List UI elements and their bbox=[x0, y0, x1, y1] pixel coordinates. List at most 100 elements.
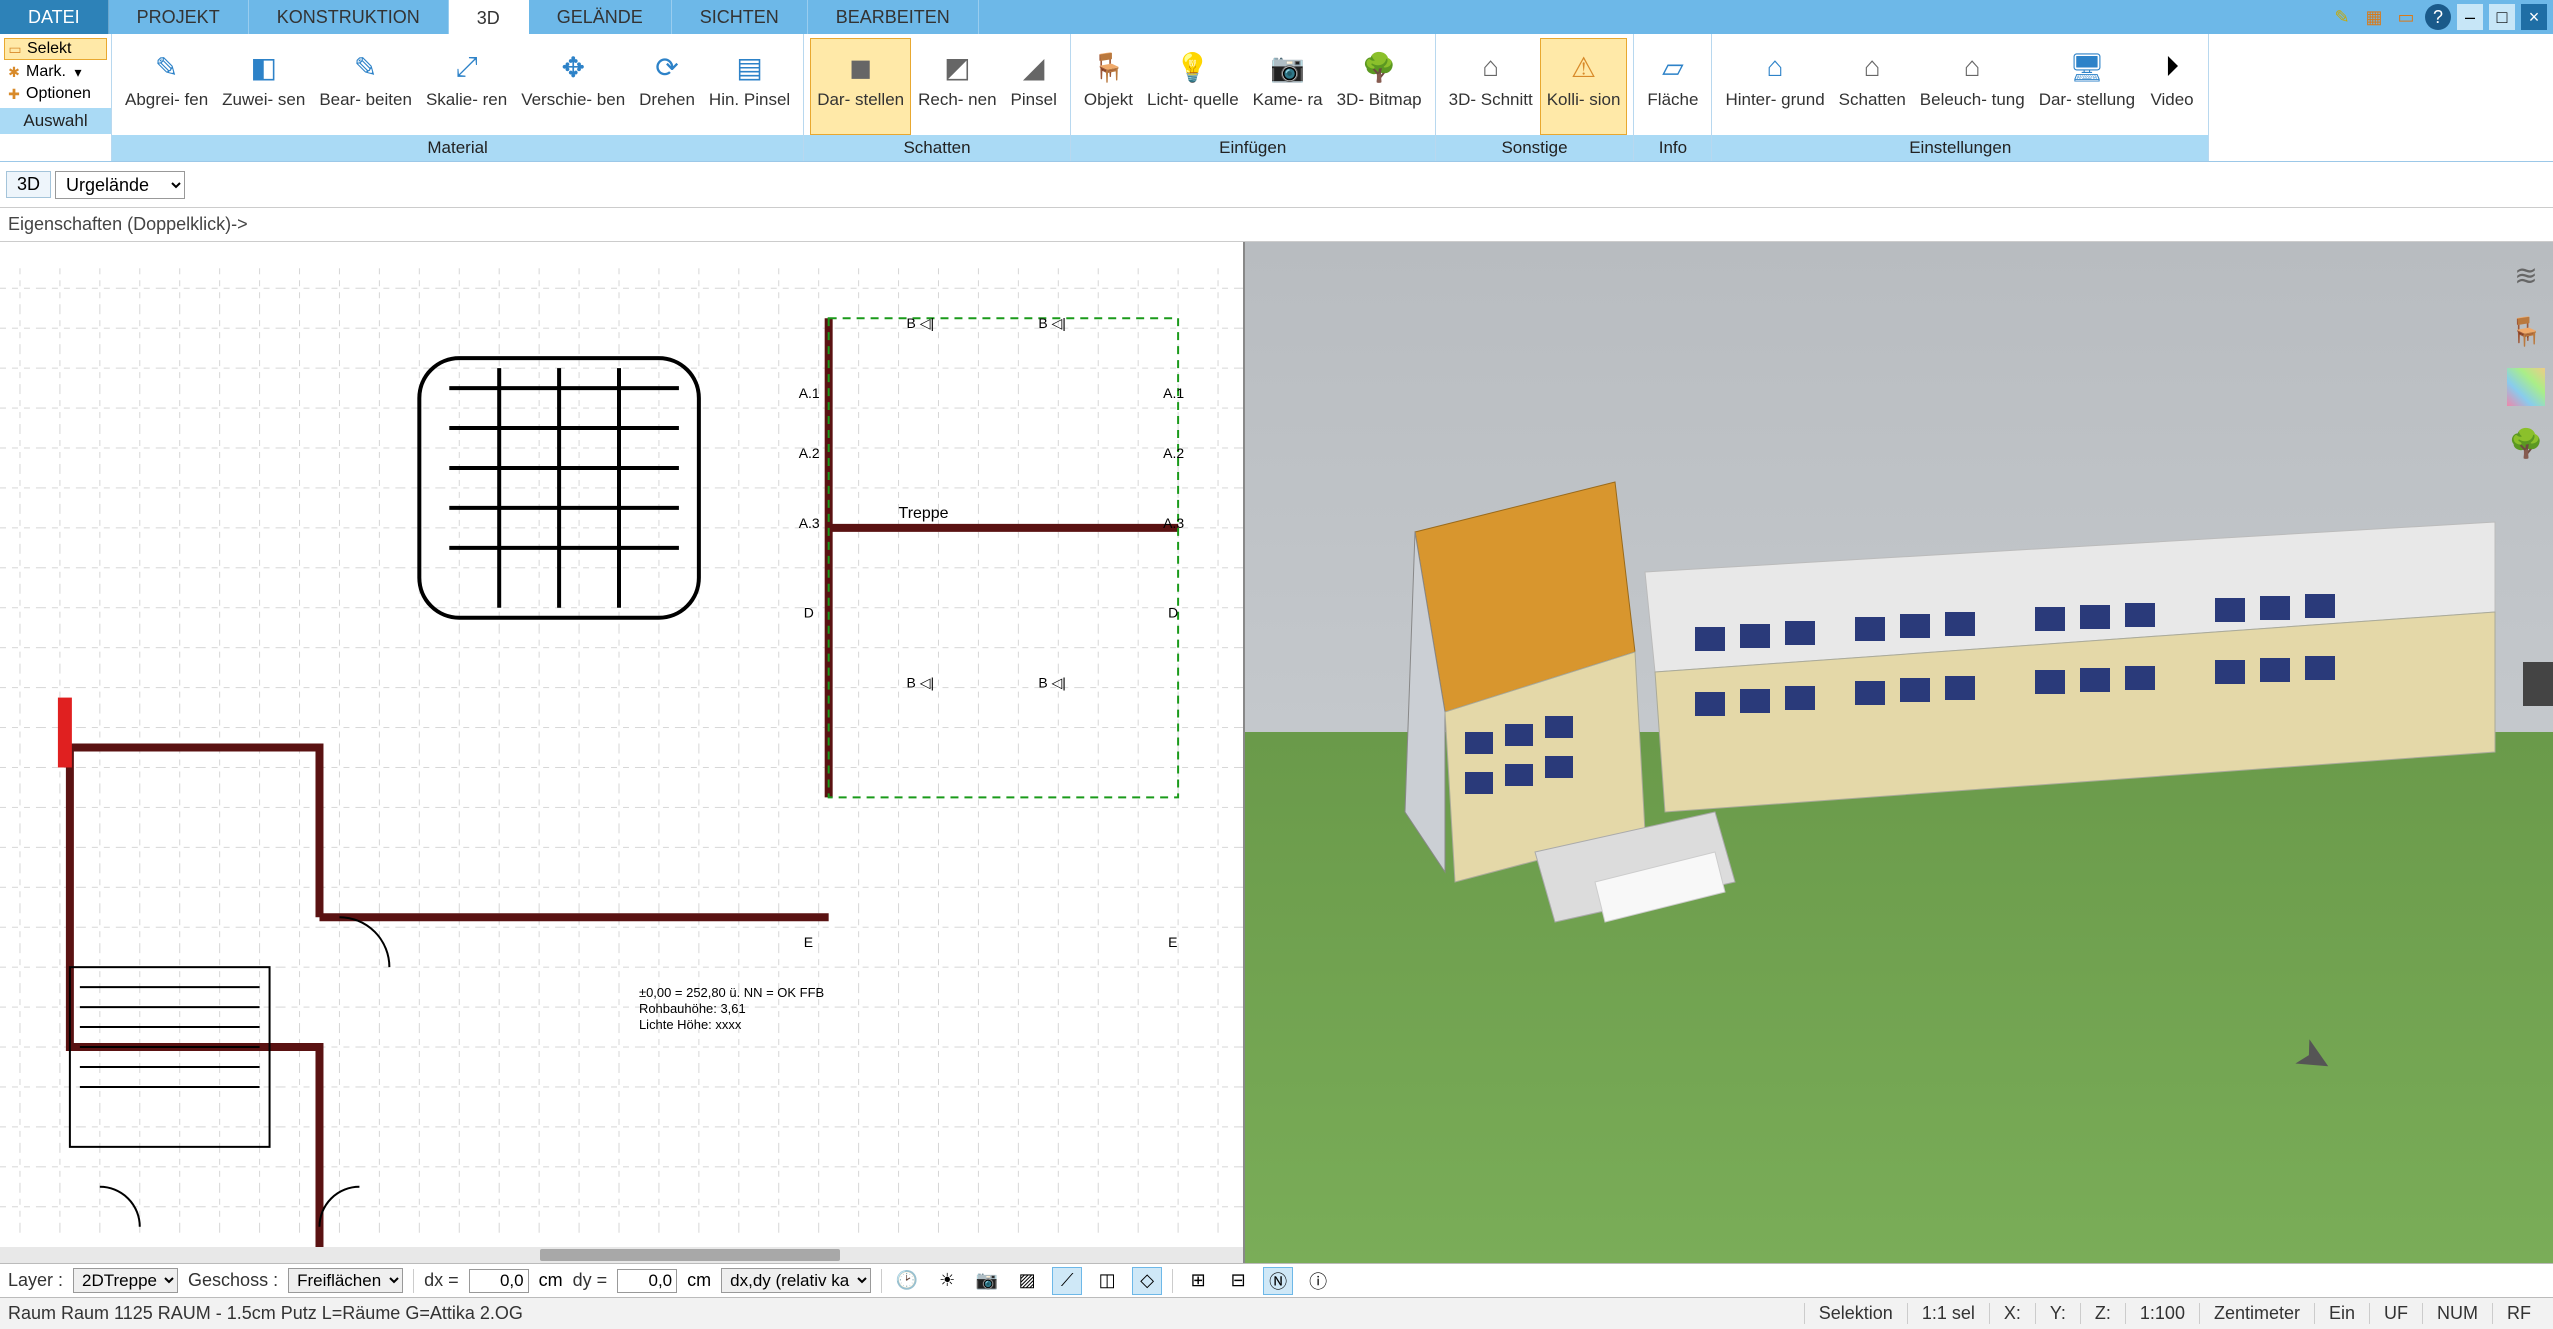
floorplan-hscrollbar[interactable] bbox=[0, 1247, 1243, 1263]
tool-icon-1[interactable]: ✎ bbox=[2329, 4, 2355, 30]
window-minimize[interactable]: – bbox=[2457, 4, 2483, 30]
menu-gelaende[interactable]: GELÄNDE bbox=[529, 0, 672, 34]
material-drehen[interactable]: ⟳Drehen bbox=[632, 38, 702, 135]
status-y: Y: bbox=[2035, 1303, 2080, 1324]
window-maximize[interactable]: □ bbox=[2489, 4, 2515, 30]
ribbon-group-material: ✎Abgrei- fen ◧Zuwei- sen ✎Bear- beiten ⤢… bbox=[112, 34, 804, 161]
status-unit: Zentimeter bbox=[2199, 1303, 2314, 1324]
view-badge-3d: 3D bbox=[6, 171, 51, 198]
camera-icon[interactable]: 📷 bbox=[972, 1267, 1002, 1295]
einst-video[interactable]: ⏵Video bbox=[2142, 38, 2202, 135]
dy-input[interactable] bbox=[617, 1269, 677, 1293]
einst-hintergrund[interactable]: ⌂Hinter- grund bbox=[1718, 38, 1831, 135]
dy-label: dy = bbox=[573, 1270, 608, 1291]
sun-icon[interactable]: ☀ bbox=[932, 1267, 962, 1295]
side-panel-handle[interactable] bbox=[2523, 662, 2553, 706]
compass-icon: ➤ bbox=[2286, 1026, 2343, 1089]
ribbon: ▭Selekt ✱Mark.▾ ✚Optionen Auswahl ✎Abgre… bbox=[0, 34, 2553, 162]
window-close[interactable]: × bbox=[2521, 4, 2547, 30]
grid2-icon[interactable]: ⊟ bbox=[1223, 1267, 1253, 1295]
tool-icon-3[interactable]: ▭ bbox=[2393, 4, 2419, 30]
palette-icon[interactable] bbox=[2507, 368, 2545, 406]
ribbon-group-schatten: ◼Dar- stellen ◩Rech- nen ◢Pinsel Schatte… bbox=[804, 34, 1071, 161]
tree-icon[interactable]: 🌳 bbox=[2507, 424, 2545, 462]
svg-text:A.3: A.3 bbox=[1163, 515, 1184, 531]
status-selektion: Selektion bbox=[1804, 1303, 1907, 1324]
sonstige-schnitt[interactable]: ⌂3D- Schnitt bbox=[1442, 38, 1540, 135]
clock-icon[interactable]: 🕑 bbox=[892, 1267, 922, 1295]
schatten-rechnen[interactable]: ◩Rech- nen bbox=[911, 38, 1003, 135]
coord-mode-select[interactable]: dx,dy (relativ ka bbox=[721, 1268, 871, 1293]
layers-icon[interactable]: ≋ bbox=[2507, 256, 2545, 294]
einst-schatten[interactable]: ⌂Schatten bbox=[1832, 38, 1913, 135]
status-ein: Ein bbox=[2314, 1303, 2369, 1324]
help-icon[interactable]: ? bbox=[2425, 4, 2451, 30]
einst-darstellung[interactable]: 🖥Dar- stellung bbox=[2032, 38, 2142, 135]
svg-text:A.3: A.3 bbox=[799, 515, 820, 531]
layer-select[interactable]: 2DTreppe bbox=[73, 1268, 178, 1293]
svg-text:B ◁|: B ◁| bbox=[1038, 675, 1066, 691]
ribbon-label-material: Material bbox=[112, 135, 803, 161]
status-left: Raum Raum 1125 RAUM - 1.5cm Putz L=Räume… bbox=[8, 1303, 523, 1324]
status-rf: RF bbox=[2492, 1303, 2545, 1324]
menu-projekt[interactable]: PROJEKT bbox=[109, 0, 249, 34]
menu-3d[interactable]: 3D bbox=[449, 0, 529, 34]
einfuegen-lichtquelle[interactable]: 💡Licht- quelle bbox=[1140, 38, 1246, 135]
material-abgreifen[interactable]: ✎Abgrei- fen bbox=[118, 38, 215, 135]
snap1-icon[interactable]: ⟋ bbox=[1052, 1267, 1082, 1295]
material-verschieben[interactable]: ✥Verschie- ben bbox=[514, 38, 632, 135]
furniture-icon[interactable]: 🪑 bbox=[2507, 312, 2545, 350]
floorplan-pane[interactable]: Treppe ±0,00 = 252,80 ü. NN = OK FFB Roh… bbox=[0, 242, 1245, 1263]
svg-text:Rohbauhöhe: 3,61: Rohbauhöhe: 3,61 bbox=[639, 1001, 746, 1016]
dy-unit: cm bbox=[687, 1270, 711, 1291]
sonstige-kollision[interactable]: ⚠Kolli- sion bbox=[1540, 38, 1628, 135]
info-flaeche[interactable]: ▱Fläche bbox=[1640, 38, 1705, 135]
layer-label: Layer : bbox=[8, 1270, 63, 1291]
ribbon-label-einstellungen: Einstellungen bbox=[1712, 135, 2208, 161]
svg-text:A.1: A.1 bbox=[799, 385, 820, 401]
svg-text:E: E bbox=[1168, 934, 1177, 950]
schatten-darstellen[interactable]: ◼Dar- stellen bbox=[810, 38, 911, 135]
material-hinpinsel[interactable]: ▤Hin. Pinsel bbox=[702, 38, 797, 135]
schatten-pinsel[interactable]: ◢Pinsel bbox=[1004, 38, 1064, 135]
render-icon[interactable]: ▨ bbox=[1012, 1267, 1042, 1295]
einst-beleuchtung[interactable]: ⌂Beleuch- tung bbox=[1913, 38, 2032, 135]
3d-view-pane[interactable]: ➤ ≋ 🪑 🌳 bbox=[1245, 242, 2553, 1263]
menu-bearbeiten[interactable]: BEARBEITEN bbox=[808, 0, 979, 34]
sub-toolbar: 3D Urgelände bbox=[0, 162, 2553, 208]
north-icon[interactable]: Ⓝ bbox=[1263, 1267, 1293, 1295]
einfuegen-bitmap[interactable]: 🌳3D- Bitmap bbox=[1330, 38, 1429, 135]
ribbon-label-info: Info bbox=[1634, 135, 1711, 161]
dx-input[interactable] bbox=[469, 1269, 529, 1293]
status-bar: Raum Raum 1125 RAUM - 1.5cm Putz L=Räume… bbox=[0, 1297, 2553, 1329]
info-icon[interactable]: ⓘ bbox=[1303, 1267, 1333, 1295]
optionen-button[interactable]: ✚Optionen bbox=[4, 84, 107, 104]
status-num: NUM bbox=[2422, 1303, 2492, 1324]
svg-text:A.2: A.2 bbox=[799, 445, 820, 461]
svg-text:D: D bbox=[1168, 605, 1178, 621]
einfuegen-objekt[interactable]: 🪑Objekt bbox=[1077, 38, 1140, 135]
material-bearbeiten[interactable]: ✎Bear- beiten bbox=[312, 38, 419, 135]
svg-text:D: D bbox=[804, 605, 814, 621]
fp-label-treppe: Treppe bbox=[899, 505, 949, 522]
geschoss-select[interactable]: Freiflächen bbox=[288, 1268, 403, 1293]
ribbon-group-einfuegen: 🪑Objekt 💡Licht- quelle 📷Kame- ra 🌳3D- Bi… bbox=[1071, 34, 1436, 161]
snap2-icon[interactable]: ◫ bbox=[1092, 1267, 1122, 1295]
tool-icon-2[interactable]: ▦ bbox=[2361, 4, 2387, 30]
dx-unit: cm bbox=[539, 1270, 563, 1291]
material-skalieren[interactable]: ⤢Skalie- ren bbox=[419, 38, 514, 135]
mark-button[interactable]: ✱Mark.▾ bbox=[4, 62, 107, 82]
ribbon-label-schatten: Schatten bbox=[804, 135, 1070, 161]
grid1-icon[interactable]: ⊞ bbox=[1183, 1267, 1213, 1295]
einfuegen-kamera[interactable]: 📷Kame- ra bbox=[1246, 38, 1330, 135]
layer-dropdown[interactable]: Urgelände bbox=[55, 171, 185, 199]
status-sel: 1:1 sel bbox=[1907, 1303, 1989, 1324]
menu-bar: DATEI PROJEKT KONSTRUKTION 3D GELÄNDE SI… bbox=[0, 0, 2553, 34]
properties-hint-bar: Eigenschaften (Doppelklick)-> bbox=[0, 208, 2553, 242]
menu-sichten[interactable]: SICHTEN bbox=[672, 0, 808, 34]
selekt-button[interactable]: ▭Selekt bbox=[4, 38, 107, 60]
menu-datei[interactable]: DATEI bbox=[0, 0, 109, 34]
material-zuweisen[interactable]: ◧Zuwei- sen bbox=[215, 38, 312, 135]
snap3-icon[interactable]: ◇ bbox=[1132, 1267, 1162, 1295]
menu-konstruktion[interactable]: KONSTRUKTION bbox=[249, 0, 449, 34]
